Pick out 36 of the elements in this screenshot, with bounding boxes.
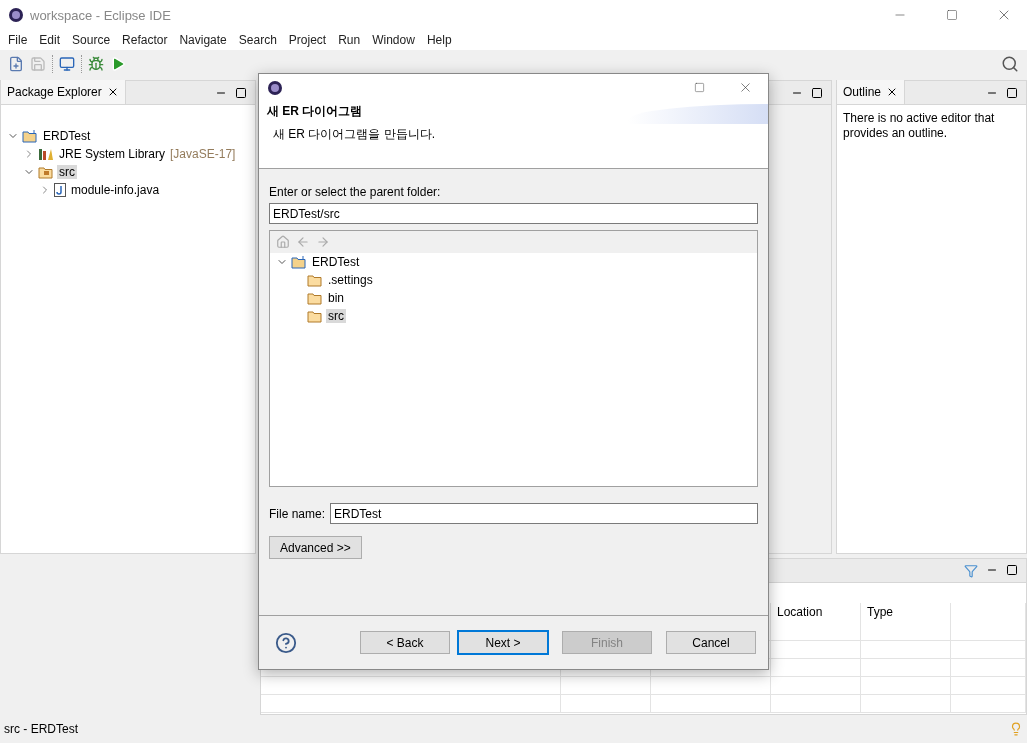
package-explorer-tab[interactable]: Package Explorer	[1, 80, 126, 104]
tree-item[interactable]: src	[326, 309, 346, 323]
tree-item[interactable]: ERDTest	[310, 255, 362, 269]
cancel-button[interactable]: Cancel	[666, 631, 756, 654]
outline-tab[interactable]: Outline	[837, 80, 906, 104]
menu-item[interactable]: File	[2, 33, 34, 47]
dialog-title: 새 ER 다이어그램	[267, 103, 363, 120]
tree-item[interactable]: ERDTest	[41, 129, 93, 143]
tree-item-decoration: [JavaSE-17]	[170, 147, 236, 161]
file-name-field[interactable]: ERDTest	[330, 503, 758, 524]
menu-item[interactable]: Window	[366, 33, 421, 47]
window-title: workspace - Eclipse IDE	[30, 7, 172, 23]
menu-item[interactable]: Project	[282, 33, 333, 47]
field-label: File name:	[269, 506, 326, 521]
parent-folder-field[interactable]: ERDTest/src	[269, 203, 758, 224]
menu-item[interactable]: Refactor	[116, 33, 174, 47]
tree-item[interactable]: module-info.java	[69, 183, 162, 197]
menu-item[interactable]: Source	[66, 33, 117, 47]
next-button[interactable]: Next >	[458, 631, 548, 654]
status-text: src - ERDTest	[4, 722, 78, 736]
tree-item[interactable]: .settings	[326, 273, 375, 287]
column-header[interactable]: Location	[771, 603, 861, 641]
tree-item[interactable]: JRE System Library	[57, 147, 168, 161]
menu-item[interactable]: Search	[232, 33, 283, 47]
dialog-description: 새 ER 다이어그램을 만듭니다.	[272, 126, 436, 143]
advanced-button[interactable]: Advanced >>	[269, 536, 362, 559]
menu-item[interactable]: Edit	[33, 33, 67, 47]
outline-message: There is no active editor that provides an outline.	[842, 110, 996, 142]
menu-item[interactable]: Run	[332, 33, 367, 47]
menu-item[interactable]: Help	[420, 33, 458, 47]
menu-item[interactable]: Navigate	[173, 33, 233, 47]
column-header[interactable]: Type	[861, 603, 951, 641]
field-label: Enter or select the parent folder:	[269, 185, 442, 199]
tree-item[interactable]: src	[57, 165, 77, 179]
tree-item[interactable]: bin	[326, 291, 346, 305]
back-button[interactable]: < Back	[360, 631, 450, 654]
